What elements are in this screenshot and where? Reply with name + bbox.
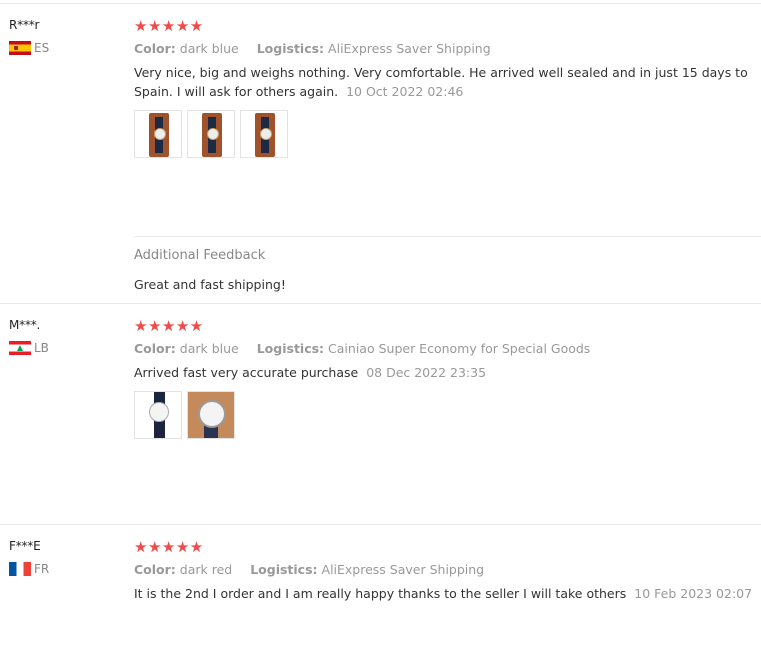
review-photos: [134, 391, 754, 439]
divider: [0, 303, 761, 304]
divider: [0, 524, 761, 525]
review-photo-thumbnail[interactable]: [187, 110, 235, 158]
logistics-value: AliExpress Saver Shipping: [321, 562, 485, 577]
star-rating: ★★★★★: [134, 17, 204, 35]
star-rating: ★★★★★: [134, 317, 204, 335]
color-value: dark blue: [179, 41, 239, 56]
reviewer-country: LB: [9, 341, 49, 355]
reviewer-info: M***. LB: [9, 318, 49, 355]
color-label: Color:: [134, 341, 176, 356]
spain-flag-icon: [9, 41, 31, 55]
star-rating: ★★★★★: [134, 538, 204, 556]
review-date: 10 Oct 2022 02:46: [346, 84, 464, 99]
review-date: 08 Dec 2022 23:35: [366, 365, 487, 380]
review-text: It is the 2nd I order and I am really ha…: [134, 584, 754, 603]
review-photo-thumbnail[interactable]: [134, 110, 182, 158]
logistics-value: AliExpress Saver Shipping: [328, 41, 491, 56]
review: ★★★★★ Color: dark red Logistics: AliExpr…: [134, 539, 754, 603]
country-code: FR: [34, 562, 50, 576]
reviewer-name: M***.: [9, 318, 41, 332]
review-attributes: Color: dark red Logistics: AliExpress Sa…: [134, 562, 754, 577]
review-body: Arrived fast very accurate purchase: [134, 365, 359, 380]
review-photo-thumbnail[interactable]: [240, 110, 288, 158]
divider: [134, 236, 761, 237]
color-label: Color:: [134, 562, 176, 577]
review-photo-thumbnail[interactable]: [187, 391, 235, 439]
review-photo-thumbnail[interactable]: [134, 391, 182, 439]
additional-feedback: Additional Feedback Great and fast shipp…: [134, 248, 286, 292]
logistics-label: Logistics:: [250, 562, 318, 577]
review-text: Very nice, big and weighs nothing. Very …: [134, 63, 754, 101]
additional-feedback-text: Great and fast shipping!: [134, 277, 286, 292]
reviewer-country: FR: [9, 562, 49, 576]
divider: [0, 3, 761, 4]
country-code: ES: [34, 41, 50, 55]
review-date: 10 Feb 2023 02:07: [634, 586, 753, 601]
logistics-value: Cainiao Super Economy for Special Goods: [328, 341, 591, 356]
review: ★★★★★ Color: dark blue Logistics: Cainia…: [134, 318, 754, 439]
review-attributes: Color: dark blue Logistics: AliExpress S…: [134, 41, 754, 56]
color-value: dark red: [179, 562, 233, 577]
review: ★★★★★ Color: dark blue Logistics: AliExp…: [134, 18, 754, 158]
country-code: LB: [34, 341, 49, 355]
additional-feedback-title: Additional Feedback: [134, 248, 266, 263]
color-value: dark blue: [179, 341, 239, 356]
review-text: Arrived fast very accurate purchase 08 D…: [134, 363, 754, 382]
logistics-label: Logistics:: [256, 341, 325, 356]
review-photos: [134, 110, 754, 158]
review-attributes: Color: dark blue Logistics: Cainiao Supe…: [134, 341, 754, 356]
reviewer-name: F***E: [9, 539, 41, 553]
france-flag-icon: [9, 562, 31, 576]
reviewer-info: R***r ES: [9, 18, 49, 55]
logistics-label: Logistics:: [256, 41, 325, 56]
lebanon-flag-icon: [9, 341, 31, 355]
reviewer-name: R***r: [9, 18, 40, 32]
reviewer-info: F***E FR: [9, 539, 49, 576]
review-body: It is the 2nd I order and I am really ha…: [134, 586, 627, 601]
reviewer-country: ES: [9, 41, 49, 55]
color-label: Color:: [134, 41, 176, 56]
